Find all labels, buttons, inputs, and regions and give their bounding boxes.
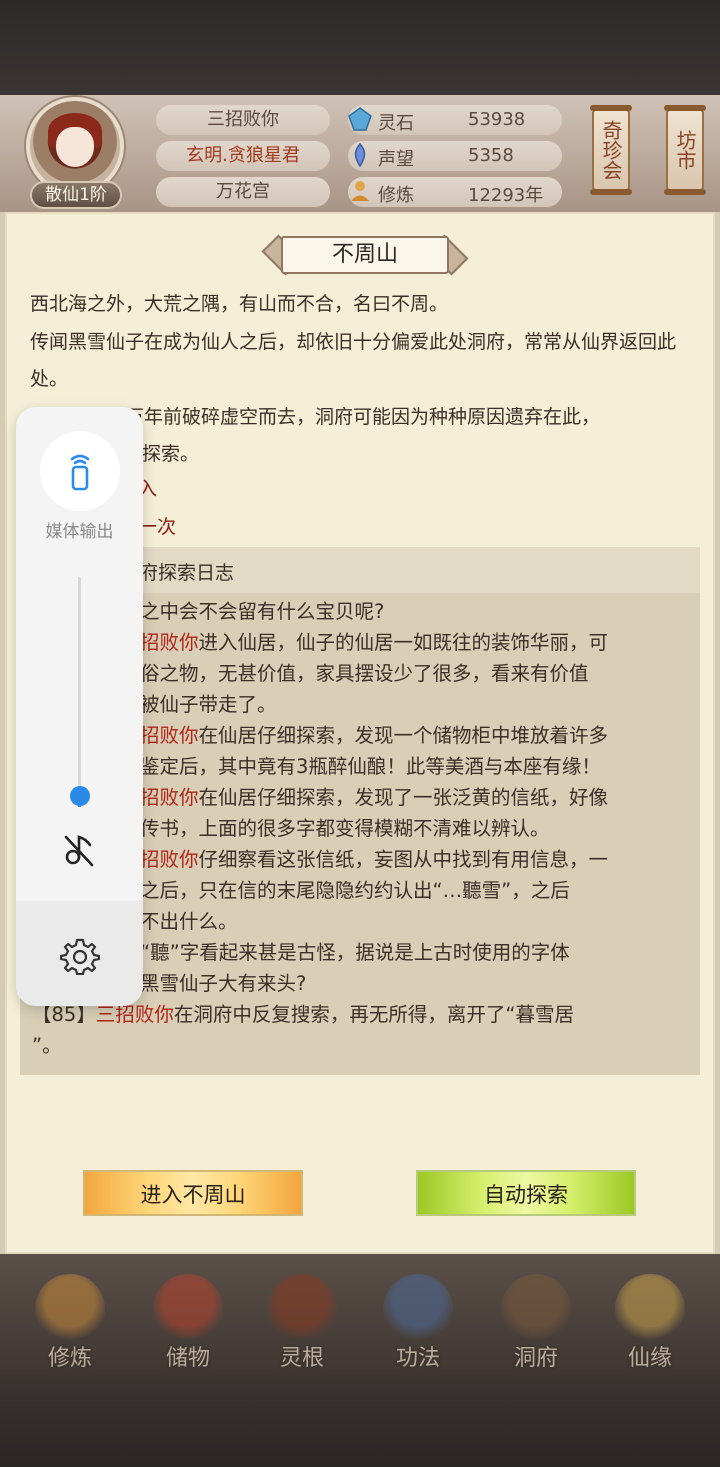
- storage-bag-icon: [153, 1274, 223, 1344]
- log-entry-index: 【85】: [32, 1003, 96, 1026]
- market-button[interactable]: 坊市: [664, 105, 706, 195]
- rank-badge: 散仙1阶: [30, 181, 122, 209]
- cultivation-icon: [344, 175, 376, 207]
- treasure-market-button[interactable]: 奇珍会: [590, 105, 632, 195]
- fate-gourd-icon: [615, 1274, 685, 1344]
- stat-cultivation: 修炼 12293年: [348, 177, 562, 207]
- status-area: [0, 0, 720, 95]
- desc-line: 西北海之外，大荒之隅，有山而不合，名曰不周。: [30, 293, 449, 315]
- stat-value: 53938: [468, 109, 526, 130]
- nav-label: 灵根: [279, 1346, 324, 1371]
- nav-label: 仙缘: [627, 1346, 672, 1371]
- media-output-label: 媒体输出: [45, 522, 114, 542]
- nav-label: 洞府: [513, 1346, 558, 1371]
- log-entry-player: 招败你: [140, 631, 199, 654]
- stat-label: 灵石: [378, 113, 414, 134]
- phone-cast-icon: [70, 454, 90, 491]
- nav-fate[interactable]: 仙缘: [600, 1270, 700, 1371]
- log-entry-text: 在洞府中反复搜索，再无所得，离开了“暮雪居: [173, 1003, 574, 1026]
- player-header: 散仙1阶 三招败你 玄明.贪狼星君 万花宫 灵石 53938 声望 5358 修…: [0, 95, 720, 215]
- stat-value: 5358: [468, 145, 514, 166]
- log-entry-player: 招败你: [140, 848, 199, 871]
- volume-thumb[interactable]: [70, 785, 90, 806]
- stat-label: 修炼: [378, 185, 414, 206]
- location-title-plate: 不周山: [259, 234, 471, 276]
- media-output-button[interactable]: [40, 431, 120, 511]
- nav-cave-house[interactable]: 洞府: [486, 1270, 586, 1371]
- mute-icon[interactable]: [62, 829, 98, 869]
- log-entry-player: 招败你: [140, 786, 199, 809]
- log-entry-text: ”。: [32, 1034, 62, 1057]
- avatar[interactable]: 散仙1阶: [22, 97, 128, 209]
- nav-label: 储物: [165, 1346, 210, 1371]
- location-title: 不周山: [281, 236, 449, 274]
- desc-line: 传闻黑雪仙子在成为仙人之后，却依旧十分偏爱此处洞府，常常从仙界返回此处。: [30, 330, 677, 391]
- log-entry-text: “聽”字看起来甚是古怪，据说是上古时使用的字体: [140, 941, 570, 964]
- log-entry-text: 进入仙居，仙子的仙居一如既往的装饰华丽，可: [198, 631, 609, 654]
- nav-technique[interactable]: 功法: [368, 1270, 468, 1371]
- stat-label: 声望: [378, 149, 414, 170]
- log-entry-text: 之中会不会留有什么宝贝呢?: [140, 600, 385, 623]
- nav-label: 功法: [395, 1346, 440, 1371]
- log-entry-player: 招败你: [140, 724, 199, 747]
- log-entry: ”。: [32, 1030, 692, 1061]
- stat-value: 12293年: [468, 185, 544, 206]
- log-entry-text: 在仙居仔细探索，发现一个储物柜中堆放着许多: [198, 724, 609, 747]
- reputation-icon: [344, 139, 376, 171]
- auto-explore-button[interactable]: 自动探索: [416, 1170, 636, 1216]
- gear-icon[interactable]: [60, 935, 100, 975]
- nav-spirit-root[interactable]: 灵根: [252, 1270, 352, 1371]
- stat-reputation: 声望 5358: [348, 141, 562, 171]
- log-entry-text: 被仙子带走了。: [140, 693, 277, 716]
- cave-house-icon: [501, 1274, 571, 1344]
- avatar-face: [56, 127, 94, 167]
- cultivate-icon: [35, 1274, 105, 1344]
- log-entry-text: 黑雪仙子大有来头?: [140, 972, 307, 995]
- log-entry-text: 俗之物，无甚价值，家具摆设少了很多，看来有价值: [140, 662, 589, 685]
- system-nav-area: [0, 1376, 720, 1467]
- player-name: 三招败你: [156, 105, 330, 135]
- enter-location-button[interactable]: 进入不周山: [83, 1170, 303, 1216]
- count-hint: 一次: [138, 516, 177, 538]
- player-title: 玄明.贪狼星君: [156, 141, 330, 171]
- log-entry-text: 在仙居仔细探索，发现了一张泛黄的信纸，好像: [198, 786, 609, 809]
- nav-storage[interactable]: 储物: [138, 1270, 238, 1371]
- log-entry-text: 仔细察看这张信纸，妄图从中找到有用信息，一: [198, 848, 609, 871]
- log-entry-player: 三招败你: [95, 1003, 174, 1026]
- volume-slider[interactable]: [78, 577, 81, 807]
- log-entry-text: 不出什么。: [140, 910, 238, 933]
- spirit-stone-icon: [344, 103, 376, 135]
- nav-label: 修炼: [47, 1346, 92, 1371]
- log-entry-text: 之后，只在信的末尾隐隐约约认出“…聽雪”，之后: [140, 879, 570, 902]
- player-sect: 万花宫: [156, 177, 330, 207]
- log-entry-text: 鉴定后，其中竟有3瓶醉仙酿！此等美酒与本座有缘！: [140, 755, 601, 778]
- media-output-panel: 媒体输出: [16, 407, 143, 1006]
- technique-book-icon: [383, 1274, 453, 1344]
- nav-cultivate[interactable]: 修炼: [20, 1270, 120, 1371]
- spirit-root-icon: [267, 1274, 337, 1344]
- stat-spirit-stone: 灵石 53938: [348, 105, 562, 135]
- log-entry-text: 传书，上面的很多字都变得模糊不清难以辨认。: [140, 817, 550, 840]
